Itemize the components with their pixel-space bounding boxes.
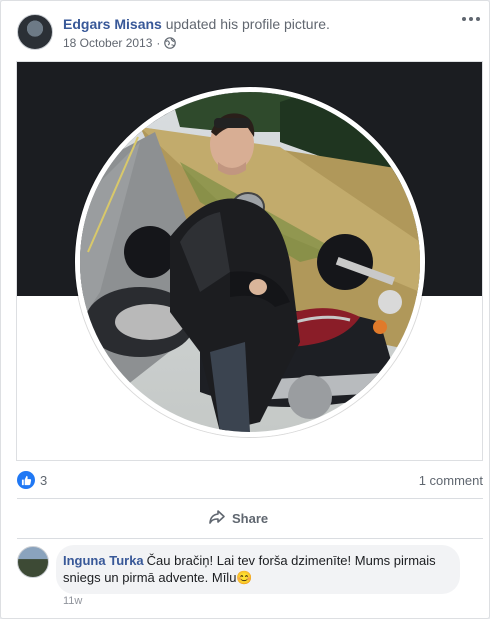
- share-button[interactable]: Share: [208, 507, 268, 529]
- divider: [17, 538, 483, 539]
- commenter-name-link[interactable]: Inguna Turka: [63, 553, 144, 568]
- meta-separator: ·: [156, 36, 161, 50]
- post-meta: 18 October 2013 ·: [63, 36, 177, 50]
- globe-icon[interactable]: [164, 37, 177, 49]
- profile-picture[interactable]: [75, 87, 425, 437]
- profile-picture-post-image[interactable]: [16, 61, 483, 461]
- commenter-avatar[interactable]: [17, 546, 49, 578]
- reaction-bar: 3 1 comment: [17, 469, 483, 491]
- author-name-link[interactable]: Edgars Misans: [63, 16, 162, 32]
- post-date[interactable]: 18 October 2013: [63, 36, 152, 50]
- comment-count-link[interactable]: 1 comment: [419, 473, 483, 488]
- share-icon: [208, 509, 226, 528]
- post-header: Edgars Misans updated his profile pictur…: [63, 16, 330, 32]
- post-card: Edgars Misans updated his profile pictur…: [0, 0, 490, 619]
- like-count[interactable]: 3: [40, 473, 47, 488]
- divider: [17, 498, 483, 499]
- comment-timestamp[interactable]: 11w: [63, 595, 82, 607]
- motorcycle-photo-illustration: [80, 92, 420, 432]
- comment-bubble: Inguna Turka Čau bračiņ! Lai tev forša dz…: [56, 545, 460, 594]
- more-options-icon[interactable]: [461, 13, 481, 25]
- author-avatar[interactable]: [17, 14, 53, 50]
- like-reaction-icon[interactable]: [17, 471, 35, 489]
- share-label: Share: [232, 510, 269, 526]
- post-action-text: updated his profile picture.: [165, 16, 330, 32]
